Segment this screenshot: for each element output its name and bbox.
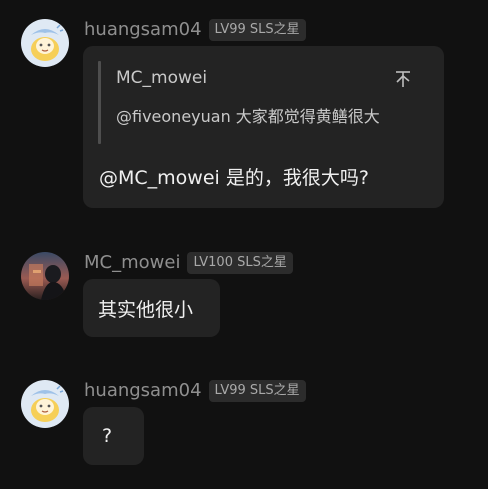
level-badge: LV99 SLS之星: [208, 19, 306, 41]
message-text: 其实他很小: [98, 298, 194, 321]
username[interactable]: MC_mowei: [84, 251, 180, 275]
user-avatar[interactable]: [21, 19, 69, 67]
quote-text: @fiveoneyuan 大家都觉得黄鳝很大: [116, 107, 380, 126]
anime-avatar-icon: [21, 19, 69, 67]
message-text: @MC_mowei 是的，我很大吗?: [99, 167, 369, 189]
photo-avatar-icon: [21, 252, 69, 300]
level-badge: LV99 SLS之星: [208, 380, 306, 402]
collapse-icon[interactable]: [395, 70, 411, 88]
username[interactable]: huangsam04: [84, 379, 202, 403]
user-line: huangsam04 LV99 SLS之星: [84, 379, 306, 403]
username[interactable]: huangsam04: [84, 18, 202, 42]
user-avatar[interactable]: [21, 380, 69, 428]
quote-author: MC_mowei: [116, 68, 208, 88]
user-avatar[interactable]: [21, 252, 69, 300]
user-line: MC_mowei LV100 SLS之星: [84, 251, 293, 275]
level-badge: LV100 SLS之星: [187, 252, 293, 274]
message-text: ?: [102, 425, 113, 447]
message-bubble: MC_mowei @fiveoneyuan 大家都觉得黄鳝很大 @MC_mowe…: [83, 46, 444, 208]
user-line: huangsam04 LV99 SLS之星: [84, 18, 306, 42]
anime-avatar-icon: [21, 380, 69, 428]
message-bubble: 其实他很小: [83, 279, 220, 337]
message-bubble: ?: [83, 407, 144, 465]
quote-bar: [98, 61, 101, 144]
